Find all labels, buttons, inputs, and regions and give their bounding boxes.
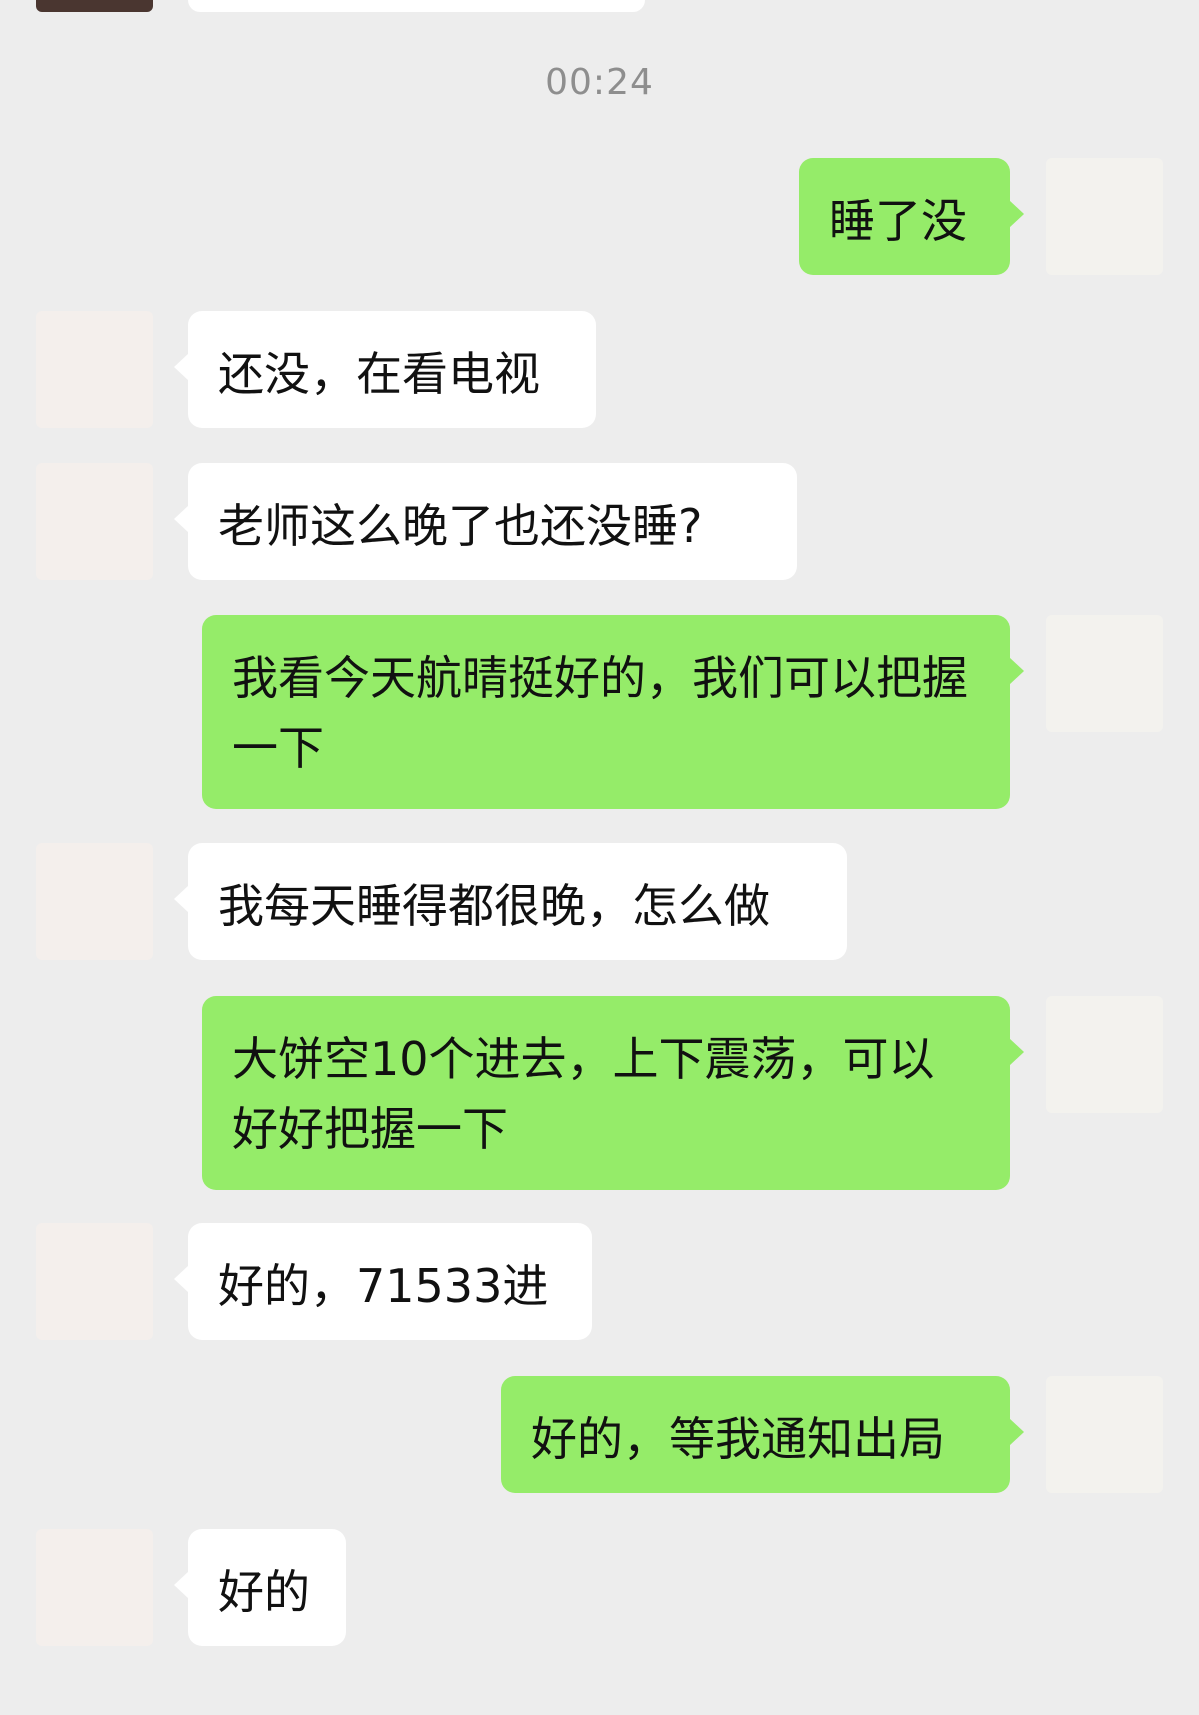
message-text: 大饼空10个进去，上下震荡，可以好好把握一下 — [232, 1032, 935, 1156]
doraemon-avatar-icon[interactable] — [1046, 615, 1163, 732]
pixelated-avatar-icon[interactable] — [36, 1529, 153, 1646]
message-timestamp: 00:24 — [545, 62, 654, 103]
partial-message-bubble — [188, 0, 645, 12]
message-text: 我看今天航晴挺好的，我们可以把握一下 — [232, 651, 968, 775]
message-text: 好的 — [218, 1565, 310, 1619]
message-text: 好的，71533进 — [218, 1259, 549, 1313]
message-text: 老师这么晚了也还没睡? — [218, 499, 703, 553]
sent-message-bubble[interactable]: 睡了没 — [799, 158, 1024, 275]
pixelated-avatar-icon[interactable] — [36, 463, 153, 580]
message-text: 睡了没 — [829, 194, 967, 248]
doraemon-avatar-icon[interactable] — [1046, 158, 1163, 275]
doraemon-avatar-icon[interactable] — [1046, 996, 1163, 1113]
received-message-bubble[interactable]: 我每天睡得都很晚，怎么做 — [174, 843, 847, 960]
pixelated-avatar-icon[interactable] — [36, 311, 153, 428]
sent-message-bubble[interactable]: 大饼空10个进去，上下震荡，可以好好把握一下 — [202, 996, 1024, 1190]
pixelated-avatar-icon[interactable] — [36, 1223, 153, 1340]
message-text: 还没，在看电视 — [218, 347, 540, 401]
received-message-bubble[interactable]: 好的 — [174, 1529, 346, 1646]
chat-screen: 00:24 睡了没 还没，在看电视 老师这么晚了也还没睡? 我看今天航晴挺好的，… — [0, 0, 1199, 1715]
doraemon-avatar-icon[interactable] — [1046, 1376, 1163, 1493]
message-text: 好的，等我通知出局 — [531, 1412, 945, 1466]
sent-message-bubble[interactable]: 我看今天航晴挺好的，我们可以把握一下 — [202, 615, 1024, 809]
partial-avatar — [36, 0, 153, 12]
pixelated-avatar-icon[interactable] — [36, 843, 153, 960]
received-message-bubble[interactable]: 还没，在看电视 — [174, 311, 596, 428]
sent-message-bubble[interactable]: 好的，等我通知出局 — [501, 1376, 1024, 1493]
message-text: 我每天睡得都很晚，怎么做 — [218, 879, 770, 933]
received-message-bubble[interactable]: 老师这么晚了也还没睡? — [174, 463, 797, 580]
received-message-bubble[interactable]: 好的，71533进 — [174, 1223, 592, 1340]
